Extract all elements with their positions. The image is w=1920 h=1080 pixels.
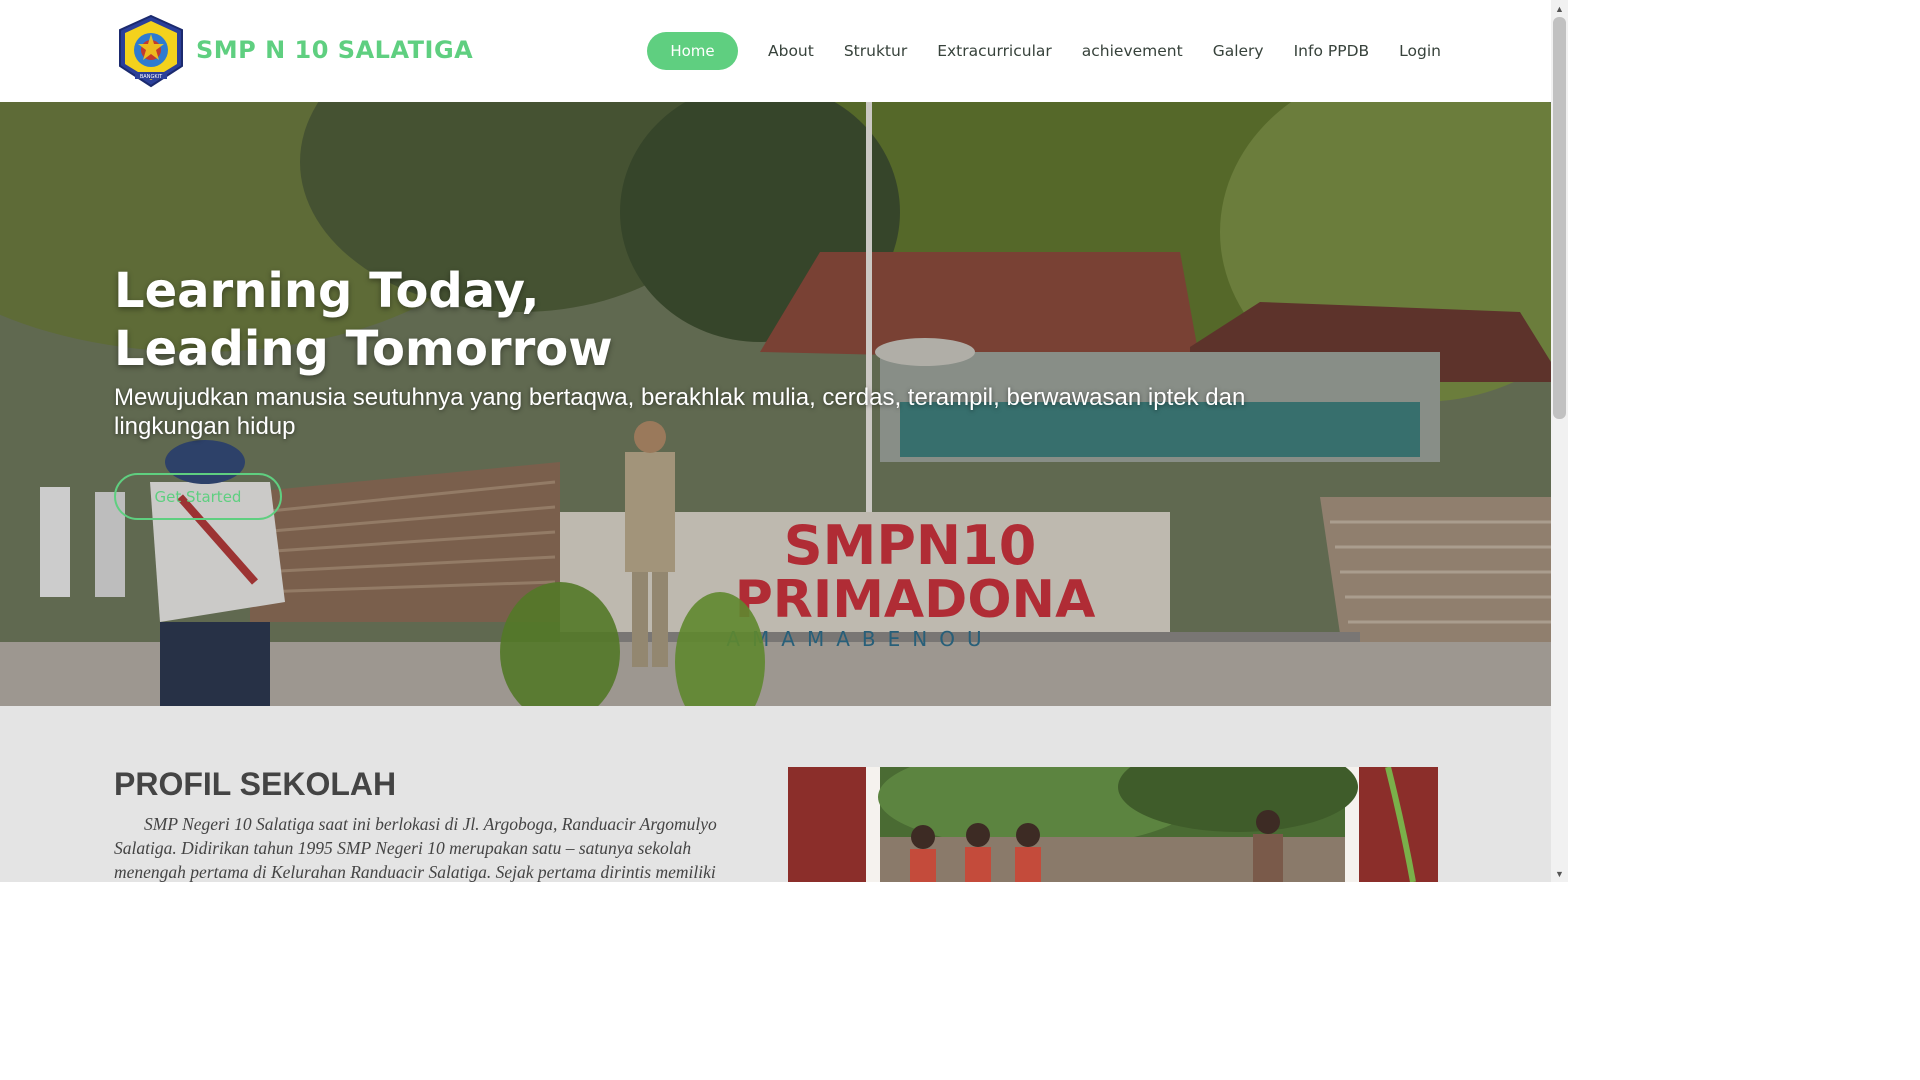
- main-nav: Home About Struktur Extracurricular achi…: [647, 32, 1441, 70]
- nav-struktur[interactable]: Struktur: [844, 42, 907, 60]
- nav-galery[interactable]: Galery: [1213, 42, 1264, 60]
- hero-subtitle: Mewujudkan manusia seutuhnya yang bertaq…: [114, 384, 1246, 440]
- hero-title-line2: Leading Tomorrow: [114, 321, 613, 377]
- svg-text:BANGKIT: BANGKIT: [140, 74, 163, 80]
- scroll-down-arrow-icon[interactable]: ▼: [1551, 865, 1568, 882]
- scroll-up-arrow-icon[interactable]: ▲: [1551, 0, 1568, 17]
- profil-title: PROFIL SEKOLAH: [114, 766, 397, 802]
- page-scrollbar[interactable]: ▲ ▼: [1551, 0, 1568, 882]
- profil-description: SMP Negeri 10 Salatiga saat ini berlokas…: [114, 814, 717, 882]
- hero-section: SMPN10 PRIMADONA AMAMABENOU Learning Tod…: [0, 102, 1551, 706]
- brand-name[interactable]: SMP N 10 SALATIGA: [196, 36, 473, 64]
- nav-home[interactable]: Home: [647, 32, 738, 70]
- hero-title: Learning Today, Leading Tomorrow: [114, 262, 613, 378]
- get-started-button[interactable]: Get Started: [114, 473, 282, 520]
- school-logo[interactable]: BANGKIT: [114, 14, 188, 88]
- nav-login[interactable]: Login: [1399, 42, 1441, 60]
- nav-info-ppdb[interactable]: Info PPDB: [1294, 42, 1370, 60]
- nav-extracurricular[interactable]: Extracurricular: [937, 42, 1052, 60]
- profil-image: [788, 767, 1438, 882]
- nav-achievement[interactable]: achievement: [1082, 42, 1183, 60]
- hero-title-line1: Learning Today,: [114, 263, 540, 319]
- nav-about[interactable]: About: [768, 42, 814, 60]
- site-header: BANGKIT SMP N 10 SALATIGA Home About Str…: [0, 0, 1551, 102]
- profil-section: PROFIL SEKOLAH SMP Negeri 10 Salatiga sa…: [0, 706, 1551, 882]
- scroll-thumb[interactable]: [1553, 17, 1566, 419]
